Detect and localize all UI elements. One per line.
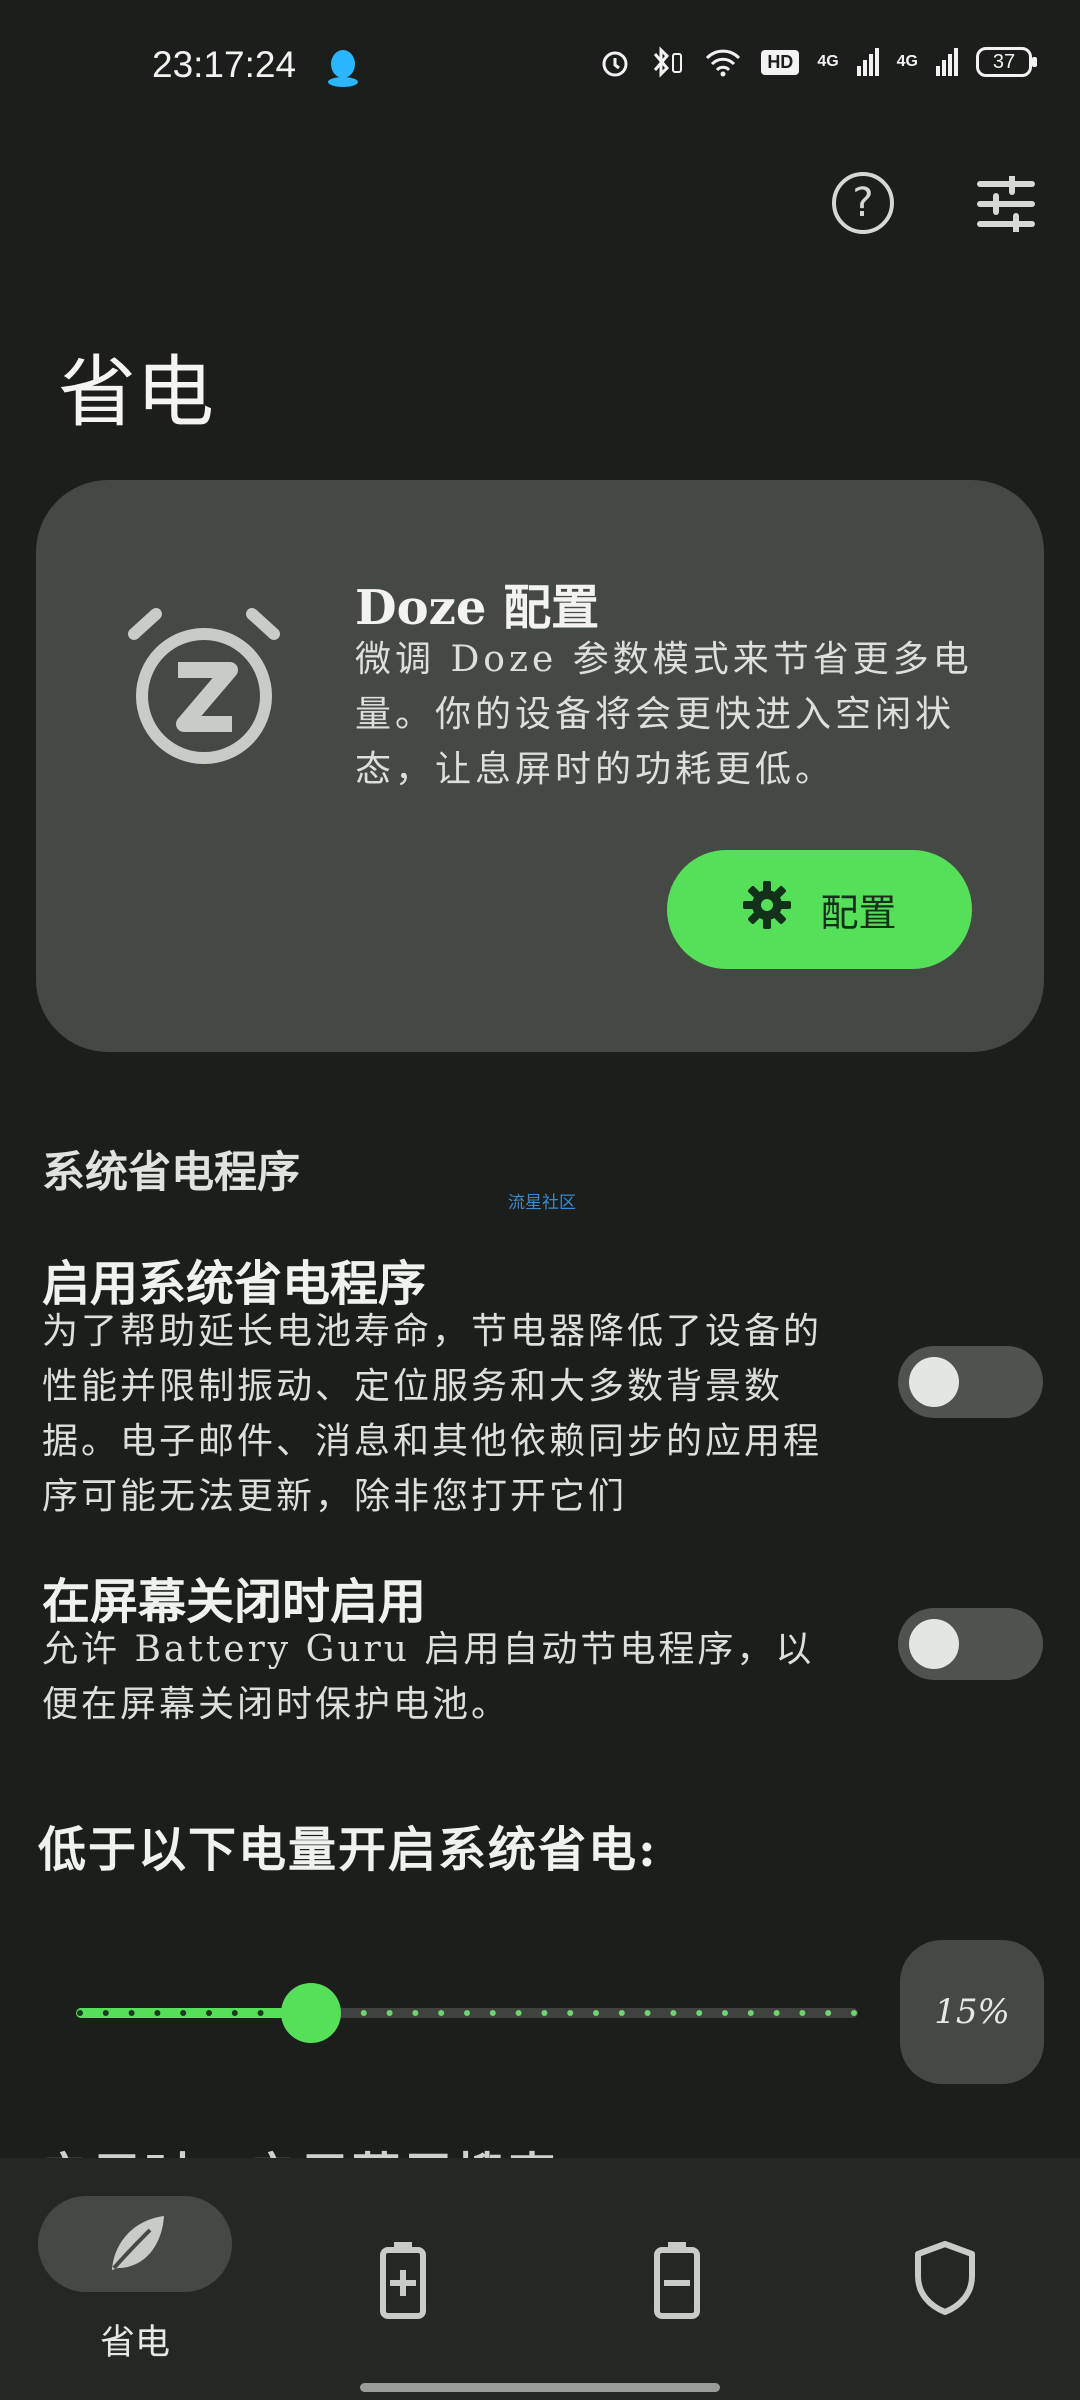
wifi-icon xyxy=(703,46,743,78)
slider-ticks xyxy=(77,2010,857,2016)
home-indicator xyxy=(360,2383,720,2392)
alarm-icon xyxy=(599,46,631,78)
page-title: 省电 xyxy=(58,348,215,438)
slider-tick xyxy=(747,2010,754,2016)
slider-tick xyxy=(696,2010,703,2016)
slider-tick xyxy=(593,2010,599,2016)
slider-tick xyxy=(206,2010,212,2016)
slider-tick xyxy=(515,2010,522,2016)
slider-tick xyxy=(825,2010,832,2016)
slider-tick xyxy=(438,2010,445,2016)
doze-title: Doze 配置 xyxy=(355,580,600,636)
screen-off-description: 允许 Battery Guru 启用自动节电程序，以便在屏幕关闭时保护电池。 xyxy=(42,1629,815,1725)
status-icons: HD 4G 4G 37 xyxy=(599,46,1037,78)
slider-tick xyxy=(180,2010,187,2016)
slider-tick xyxy=(722,2010,728,2016)
threshold-slider[interactable] xyxy=(76,1983,858,2043)
battery-level: 37 xyxy=(992,50,1016,73)
battery-minus-icon[interactable] xyxy=(652,2240,702,2320)
slider-tick xyxy=(489,2010,496,2016)
toggle-knob xyxy=(909,1357,959,1407)
threshold-value: 15% xyxy=(900,1940,1044,2084)
doze-alarm-icon xyxy=(124,600,284,770)
slider-tick xyxy=(644,2010,651,2016)
screen-off-toggle[interactable] xyxy=(898,1608,1043,1680)
enable-saver-toggle[interactable] xyxy=(898,1346,1043,1418)
slider-tick xyxy=(257,2010,264,2016)
watermark-text: 流星社区 xyxy=(508,1193,576,1213)
configure-button[interactable]: 配置 xyxy=(667,850,972,969)
hd-badge: HD xyxy=(761,49,800,75)
slider-tick xyxy=(851,2010,857,2016)
signal-bars-icon xyxy=(936,48,958,76)
status-time: 23:17:24 xyxy=(152,44,297,85)
slider-thumb[interactable] xyxy=(280,1983,341,2043)
slider-tick xyxy=(77,2010,83,2016)
slider-tick xyxy=(567,2010,574,2016)
toggle-knob xyxy=(909,1619,959,1669)
signal-bars-icon xyxy=(856,48,879,76)
slider-tick xyxy=(154,2010,161,2016)
qq-notification-icon xyxy=(326,48,360,88)
slider-tick xyxy=(464,2010,470,2016)
gear-icon xyxy=(742,880,792,939)
slider-tick xyxy=(412,2010,419,2016)
slider-tick xyxy=(618,2010,625,2016)
slider-tick xyxy=(799,2010,806,2016)
slider-tick xyxy=(773,2010,780,2016)
slider-tick xyxy=(128,2010,135,2016)
signal-4g-1: 4G xyxy=(817,53,839,70)
slider-tick xyxy=(541,2010,548,2016)
leaf-icon xyxy=(104,2212,168,2276)
slider-tick xyxy=(360,2010,367,2016)
slider-tick xyxy=(102,2010,109,2016)
slider-tick xyxy=(231,2010,238,2016)
section-header: 系统省电程序 xyxy=(42,1148,300,1198)
shield-icon[interactable] xyxy=(912,2240,978,2316)
slider-tick xyxy=(670,2010,677,2016)
enable-saver-description: 为了帮助延长电池寿命，节电器降低了设备的性能并限制振动、定位服务和大多数背景数据… xyxy=(42,1311,823,1517)
threshold-label: 低于以下电量开启系统省电: xyxy=(38,1822,658,1878)
help-icon[interactable]: ? xyxy=(832,172,894,234)
battery-icon: 37 xyxy=(976,47,1037,77)
battery-plus-icon[interactable] xyxy=(378,2240,428,2320)
tune-icon[interactable] xyxy=(976,173,1036,235)
slider-tick xyxy=(386,2010,393,2016)
configure-button-label: 配置 xyxy=(820,891,897,935)
signal-4g-2: 4G xyxy=(896,53,918,70)
doze-description: 微调 Doze 参数模式来节省更多电量。你的设备将会更快进入空闲状态，让息屏时的… xyxy=(355,639,973,790)
nav-label-power-saving: 省电 xyxy=(100,2323,171,2363)
bluetooth-icon xyxy=(649,46,685,78)
